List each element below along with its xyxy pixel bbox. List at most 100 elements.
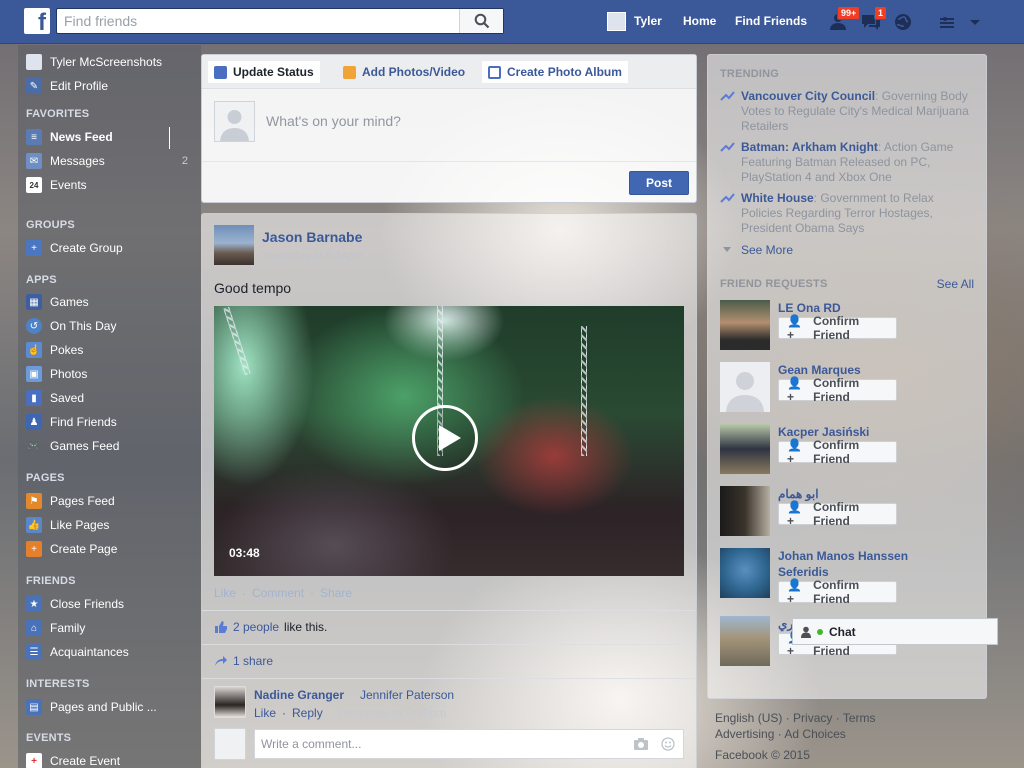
messages-button[interactable]: 1 [860, 6, 888, 32]
shares-summary[interactable]: 1 share [214, 654, 273, 668]
button-label: Confirm Friend [813, 314, 860, 342]
comment-link[interactable]: Comment [252, 586, 304, 600]
comment-like-link[interactable]: Like [254, 706, 276, 720]
comment-text[interactable]: Jennifer Paterson [360, 688, 454, 702]
sidebar-item-like-pages[interactable]: 👍 Like Pages [26, 516, 196, 534]
story-timestamp[interactable]: Yesterday at 9:34pm [262, 250, 363, 262]
sidebar-item-pages-public[interactable]: ▤ Pages and Public ... [26, 698, 196, 716]
confirm-friend-button[interactable]: 👤+ Confirm Friend [778, 314, 897, 342]
sidebar-item-create-event[interactable]: + Create Event [26, 752, 196, 768]
avatar[interactable] [720, 362, 770, 412]
sidebar-item-games[interactable]: ▦ Games [26, 293, 196, 311]
footer-ad-choices-link[interactable]: Ad Choices [784, 727, 845, 741]
post-button[interactable]: Post [629, 171, 689, 195]
composer-tabs: Update Status Add Photos/Video Create Ph… [202, 55, 696, 89]
avatar[interactable] [720, 300, 770, 350]
avatar[interactable] [720, 548, 770, 598]
sidebar-item-edit-profile[interactable]: ✎ Edit Profile [26, 77, 196, 95]
create-page-icon: + [26, 541, 42, 557]
camera-icon[interactable] [633, 737, 649, 751]
create-event-icon: + [26, 753, 42, 768]
see-more-link[interactable]: See More [741, 243, 793, 257]
emoji-icon[interactable] [661, 737, 675, 751]
comment-timestamp[interactable]: Yesterday at 9:35pm [337, 706, 447, 720]
sidebar-item-create-group[interactable]: + Create Group [26, 239, 196, 257]
share-link[interactable]: Share [320, 586, 352, 600]
sidebar-item-pages-feed[interactable]: ⚑ Pages Feed [26, 492, 196, 510]
sidebar-item-label: Create Event [50, 754, 121, 768]
likes-count[interactable]: 2 people [233, 620, 279, 634]
trending-item[interactable]: White House: Government to Relax Policie… [720, 191, 978, 236]
comment-input[interactable]: Write a comment... [254, 729, 684, 759]
trending-title: Batman: Arkham Knight [741, 140, 878, 154]
avatar[interactable] [214, 686, 246, 718]
sidebar-item-create-page[interactable]: + Create Page [26, 540, 196, 558]
footer-terms-link[interactable]: Terms [843, 711, 876, 725]
sidebar-item-saved[interactable]: ▮ Saved [26, 389, 196, 407]
notifications-button[interactable] [893, 12, 915, 32]
trending-arrow-icon [720, 193, 735, 203]
sidebar-item-acquaintances[interactable]: ☰ Acquaintances [26, 643, 196, 661]
sidebar-item-news-feed[interactable]: ≡ News Feed [26, 128, 196, 146]
see-all-link[interactable]: See All [937, 277, 974, 291]
acquaintances-icon: ☰ [26, 644, 42, 660]
avatar[interactable] [720, 424, 770, 474]
confirm-friend-button[interactable]: 👤+ Confirm Friend [778, 500, 897, 528]
play-button[interactable] [412, 405, 478, 471]
tab-update-status[interactable]: Update Status [208, 61, 320, 83]
sidebar-item-label: Find Friends [50, 415, 117, 429]
comment-reply-link[interactable]: Reply [292, 706, 323, 720]
trending-item[interactable]: Batman: Arkham Knight: Action Game Featu… [720, 140, 978, 185]
facebook-logo[interactable]: f [24, 8, 50, 34]
friend-requests-button[interactable]: 99+ [829, 6, 861, 32]
search-input[interactable] [57, 9, 457, 33]
chat-bar[interactable]: Chat [792, 618, 998, 645]
confirm-friend-button[interactable]: 👤+ Confirm Friend [778, 438, 897, 466]
album-icon [488, 65, 501, 79]
confirm-friend-button[interactable]: 👤+ Confirm Friend [778, 376, 897, 404]
sidebar-item-find-friends[interactable]: ♟ Find Friends [26, 413, 196, 431]
profile-link[interactable]: Tyler [607, 10, 662, 32]
sidebar-item-label: Tyler McScreenshots [50, 55, 163, 69]
footer-advertising-link[interactable]: Advertising [715, 727, 774, 741]
find-friends-link[interactable]: Find Friends [735, 14, 807, 28]
pokes-icon: ☝ [26, 342, 42, 358]
footer-language-link[interactable]: English (US) [715, 711, 782, 725]
trending-header: TRENDING [720, 68, 780, 80]
home-link[interactable]: Home [683, 14, 716, 28]
sidebar-item-family[interactable]: ⌂ Family [26, 619, 196, 637]
privacy-shortcuts-button[interactable] [938, 12, 960, 32]
confirm-friend-button[interactable]: 👤+ Confirm Friend [778, 578, 897, 606]
footer-links-row: Advertising · Ad Choices [715, 727, 846, 741]
account-menu-button[interactable] [967, 12, 989, 32]
avatar[interactable] [720, 486, 770, 536]
story-author[interactable]: Jason Barnabe [262, 229, 362, 245]
tab-create-album[interactable]: Create Photo Album [482, 61, 628, 83]
status-input[interactable]: What's on your mind? [266, 113, 401, 129]
default-avatar-icon [726, 372, 764, 412]
comment-author[interactable]: Nadine Granger [254, 688, 344, 702]
avatar[interactable] [720, 616, 770, 666]
sidebar-item-games-feed[interactable]: 🎮 Games Feed [26, 437, 196, 455]
friend-name[interactable]: Johan Manos Hanssen Seferidis [778, 548, 928, 580]
like-link[interactable]: Like [214, 586, 236, 600]
trending-item[interactable]: Vancouver City Council: Governing Body V… [720, 89, 978, 134]
search-button[interactable] [459, 9, 503, 33]
sidebar-item-events[interactable]: 24 Events [26, 176, 196, 194]
sidebar-item-photos[interactable]: ▣ Photos [26, 365, 196, 383]
tab-label: Update Status [233, 65, 314, 79]
sidebar-item-close-friends[interactable]: ★ Close Friends [26, 595, 196, 613]
video-player[interactable]: 03:48 [214, 306, 684, 576]
sidebar-item-pokes[interactable]: ☝ Pokes [26, 341, 196, 359]
trending-title: White House [741, 191, 814, 205]
avatar[interactable] [214, 225, 254, 265]
tab-add-photos[interactable]: Add Photos/Video [337, 61, 471, 83]
sidebar-item-label: On This Day [50, 319, 117, 333]
trending-arrow-icon [720, 91, 735, 101]
sidebar-item-messages[interactable]: ✉ Messages 2 [26, 152, 196, 170]
sidebar-item-on-this-day[interactable]: ↺ On This Day [26, 317, 196, 335]
footer-privacy-link[interactable]: Privacy [793, 711, 832, 725]
sidebar-item-profile[interactable]: Tyler McScreenshots [26, 53, 196, 71]
game-controller-icon: 🎮 [27, 440, 41, 452]
messages-count: 2 [181, 155, 188, 167]
